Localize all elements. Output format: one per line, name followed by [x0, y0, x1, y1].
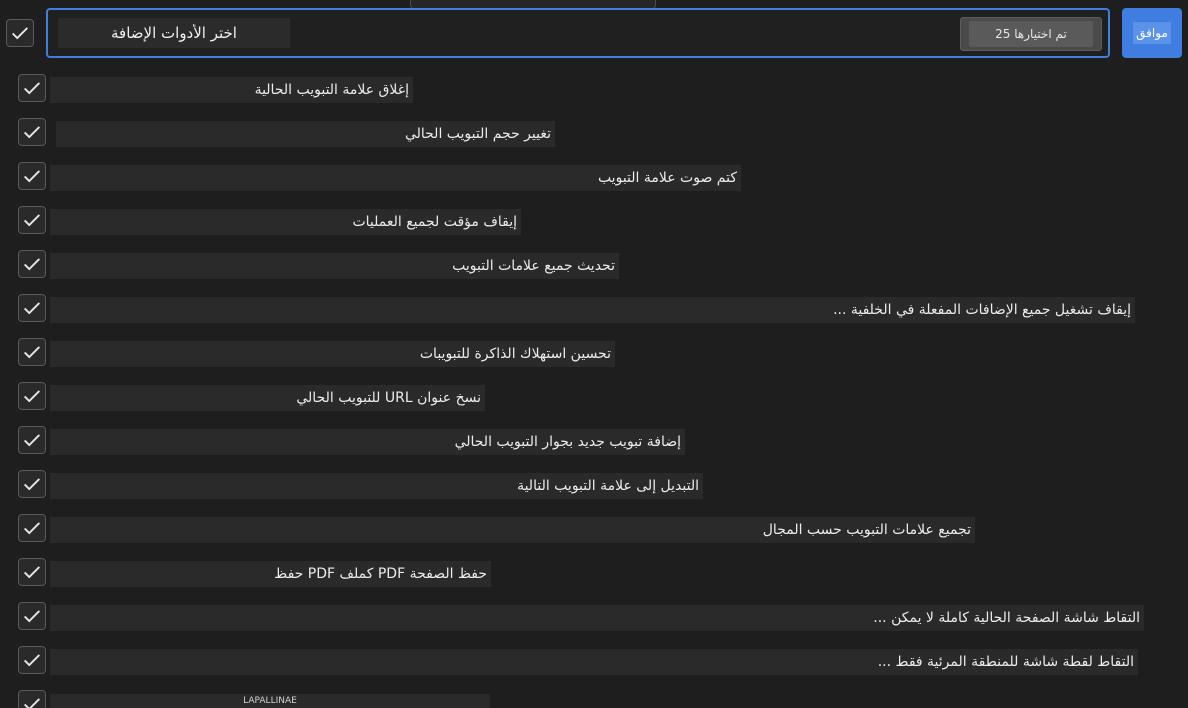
- checkmark-icon: [24, 258, 40, 271]
- item-checkbox[interactable]: [18, 294, 46, 322]
- item-checkbox[interactable]: [18, 514, 46, 542]
- ok-button-label: موافق: [1133, 22, 1171, 44]
- item-checkbox[interactable]: [18, 646, 46, 674]
- list-item[interactable]: إضافة تبويب جديد بجوار التبويب الحالي: [0, 419, 1188, 463]
- checkmark-icon: [24, 214, 40, 227]
- search-box: تم اختيارها 25: [46, 8, 1110, 58]
- selected-count-label: تم اختيارها 25: [969, 21, 1093, 47]
- master-checkbox[interactable]: [6, 19, 34, 47]
- checkmark-icon: [24, 346, 40, 359]
- checkmark-icon: [24, 698, 40, 708]
- item-checkbox[interactable]: [18, 338, 46, 366]
- list-item[interactable]: التقاط لقطة شاشة للمنطقة المرئية فقط ...: [0, 639, 1188, 683]
- item-checkbox[interactable]: [18, 250, 46, 278]
- checkmark-icon: [24, 522, 40, 535]
- list-item[interactable]: إيقاف مؤقت لجميع العمليات: [0, 199, 1188, 243]
- list-item-label: التقاط لقطة شاشة للمنطقة المرئية فقط ...: [50, 649, 1138, 675]
- list-item[interactable]: تحسين استهلاك الذاكرة للتبويبات: [0, 331, 1188, 375]
- item-checkbox[interactable]: [18, 426, 46, 454]
- ok-button[interactable]: موافق: [1122, 8, 1182, 58]
- list-item[interactable]: إيقاف تشغيل جميع الإضافات المفعلة في الخ…: [0, 287, 1188, 331]
- list-item[interactable]: تجميع علامات التبويب حسب المجال: [0, 507, 1188, 551]
- list-item[interactable]: التقاط شاشة الصفحة الحالية كاملة لا يمكن…: [0, 595, 1188, 639]
- list-item[interactable]: التبديل إلى علامة التبويب التالية: [0, 463, 1188, 507]
- checkmark-icon: [24, 654, 40, 667]
- list-item-label: تجميع علامات التبويب حسب المجال: [50, 517, 975, 543]
- list-item-label: إضافة تبويب جديد بجوار التبويب الحالي: [50, 429, 685, 455]
- selected-count-button[interactable]: تم اختيارها 25: [960, 17, 1102, 51]
- checkmark-icon: [24, 566, 40, 579]
- checkmark-icon: [24, 610, 40, 623]
- checkmark-icon: [24, 478, 40, 491]
- checkmark-icon: [24, 170, 40, 183]
- list-item[interactable]: تحديث جميع علامات التبويب: [0, 243, 1188, 287]
- list-item-label: تحسين استهلاك الذاكرة للتبويبات: [50, 341, 615, 367]
- checkmark-icon: [24, 126, 40, 139]
- list-item-label: نسخ عنوان URL للتبويب الحالي: [50, 385, 485, 411]
- list-item[interactable]: تغيير حجم التبويب الحالي: [0, 111, 1188, 155]
- list-item-label: إغلاق علامة التبويب الحالية: [50, 77, 413, 103]
- item-checkbox[interactable]: [18, 118, 46, 146]
- checkmark-icon: [24, 434, 40, 447]
- list-item-label: تحديث جميع علامات التبويب: [50, 253, 619, 279]
- list-item-label: إيقاف مؤقت لجميع العمليات: [50, 209, 521, 235]
- item-checkbox[interactable]: [18, 690, 46, 708]
- item-checkbox[interactable]: [18, 602, 46, 630]
- item-checkbox[interactable]: [18, 206, 46, 234]
- item-checkbox[interactable]: [18, 382, 46, 410]
- list-item-label: التبديل إلى علامة التبويب التالية: [50, 473, 703, 499]
- checkmark-icon: [12, 27, 28, 40]
- list-item-partial: LAPALLINAE: [0, 688, 1188, 708]
- item-checkbox[interactable]: [18, 74, 46, 102]
- list-item-label: حفظ الصفحة PDF كملف PDF حفظ: [50, 561, 491, 587]
- checkmark-icon: [24, 390, 40, 403]
- search-input[interactable]: [58, 18, 290, 48]
- checkmark-icon: [24, 82, 40, 95]
- list-item-label: إيقاف تشغيل جميع الإضافات المفعلة في الخ…: [50, 297, 1135, 323]
- list-item[interactable]: حفظ الصفحة PDF كملف PDF حفظ: [0, 551, 1188, 595]
- header-toolbar: تم اختيارها 25 موافق: [0, 0, 1188, 62]
- list-item-label: التقاط شاشة الصفحة الحالية كاملة لا يمكن…: [50, 605, 1144, 631]
- list-item-label: LAPALLINAE: [50, 694, 490, 708]
- checkmark-icon: [24, 302, 40, 315]
- list-item[interactable]: إغلاق علامة التبويب الحالية: [0, 67, 1188, 111]
- item-checkbox[interactable]: [18, 470, 46, 498]
- list-item-label: كتم صوت علامة التبويب: [50, 165, 741, 191]
- list-item[interactable]: كتم صوت علامة التبويب: [0, 155, 1188, 199]
- list-item-label: تغيير حجم التبويب الحالي: [56, 121, 555, 147]
- item-checkbox[interactable]: [18, 558, 46, 586]
- list-item[interactable]: نسخ عنوان URL للتبويب الحالي: [0, 375, 1188, 419]
- item-checkbox[interactable]: [18, 162, 46, 190]
